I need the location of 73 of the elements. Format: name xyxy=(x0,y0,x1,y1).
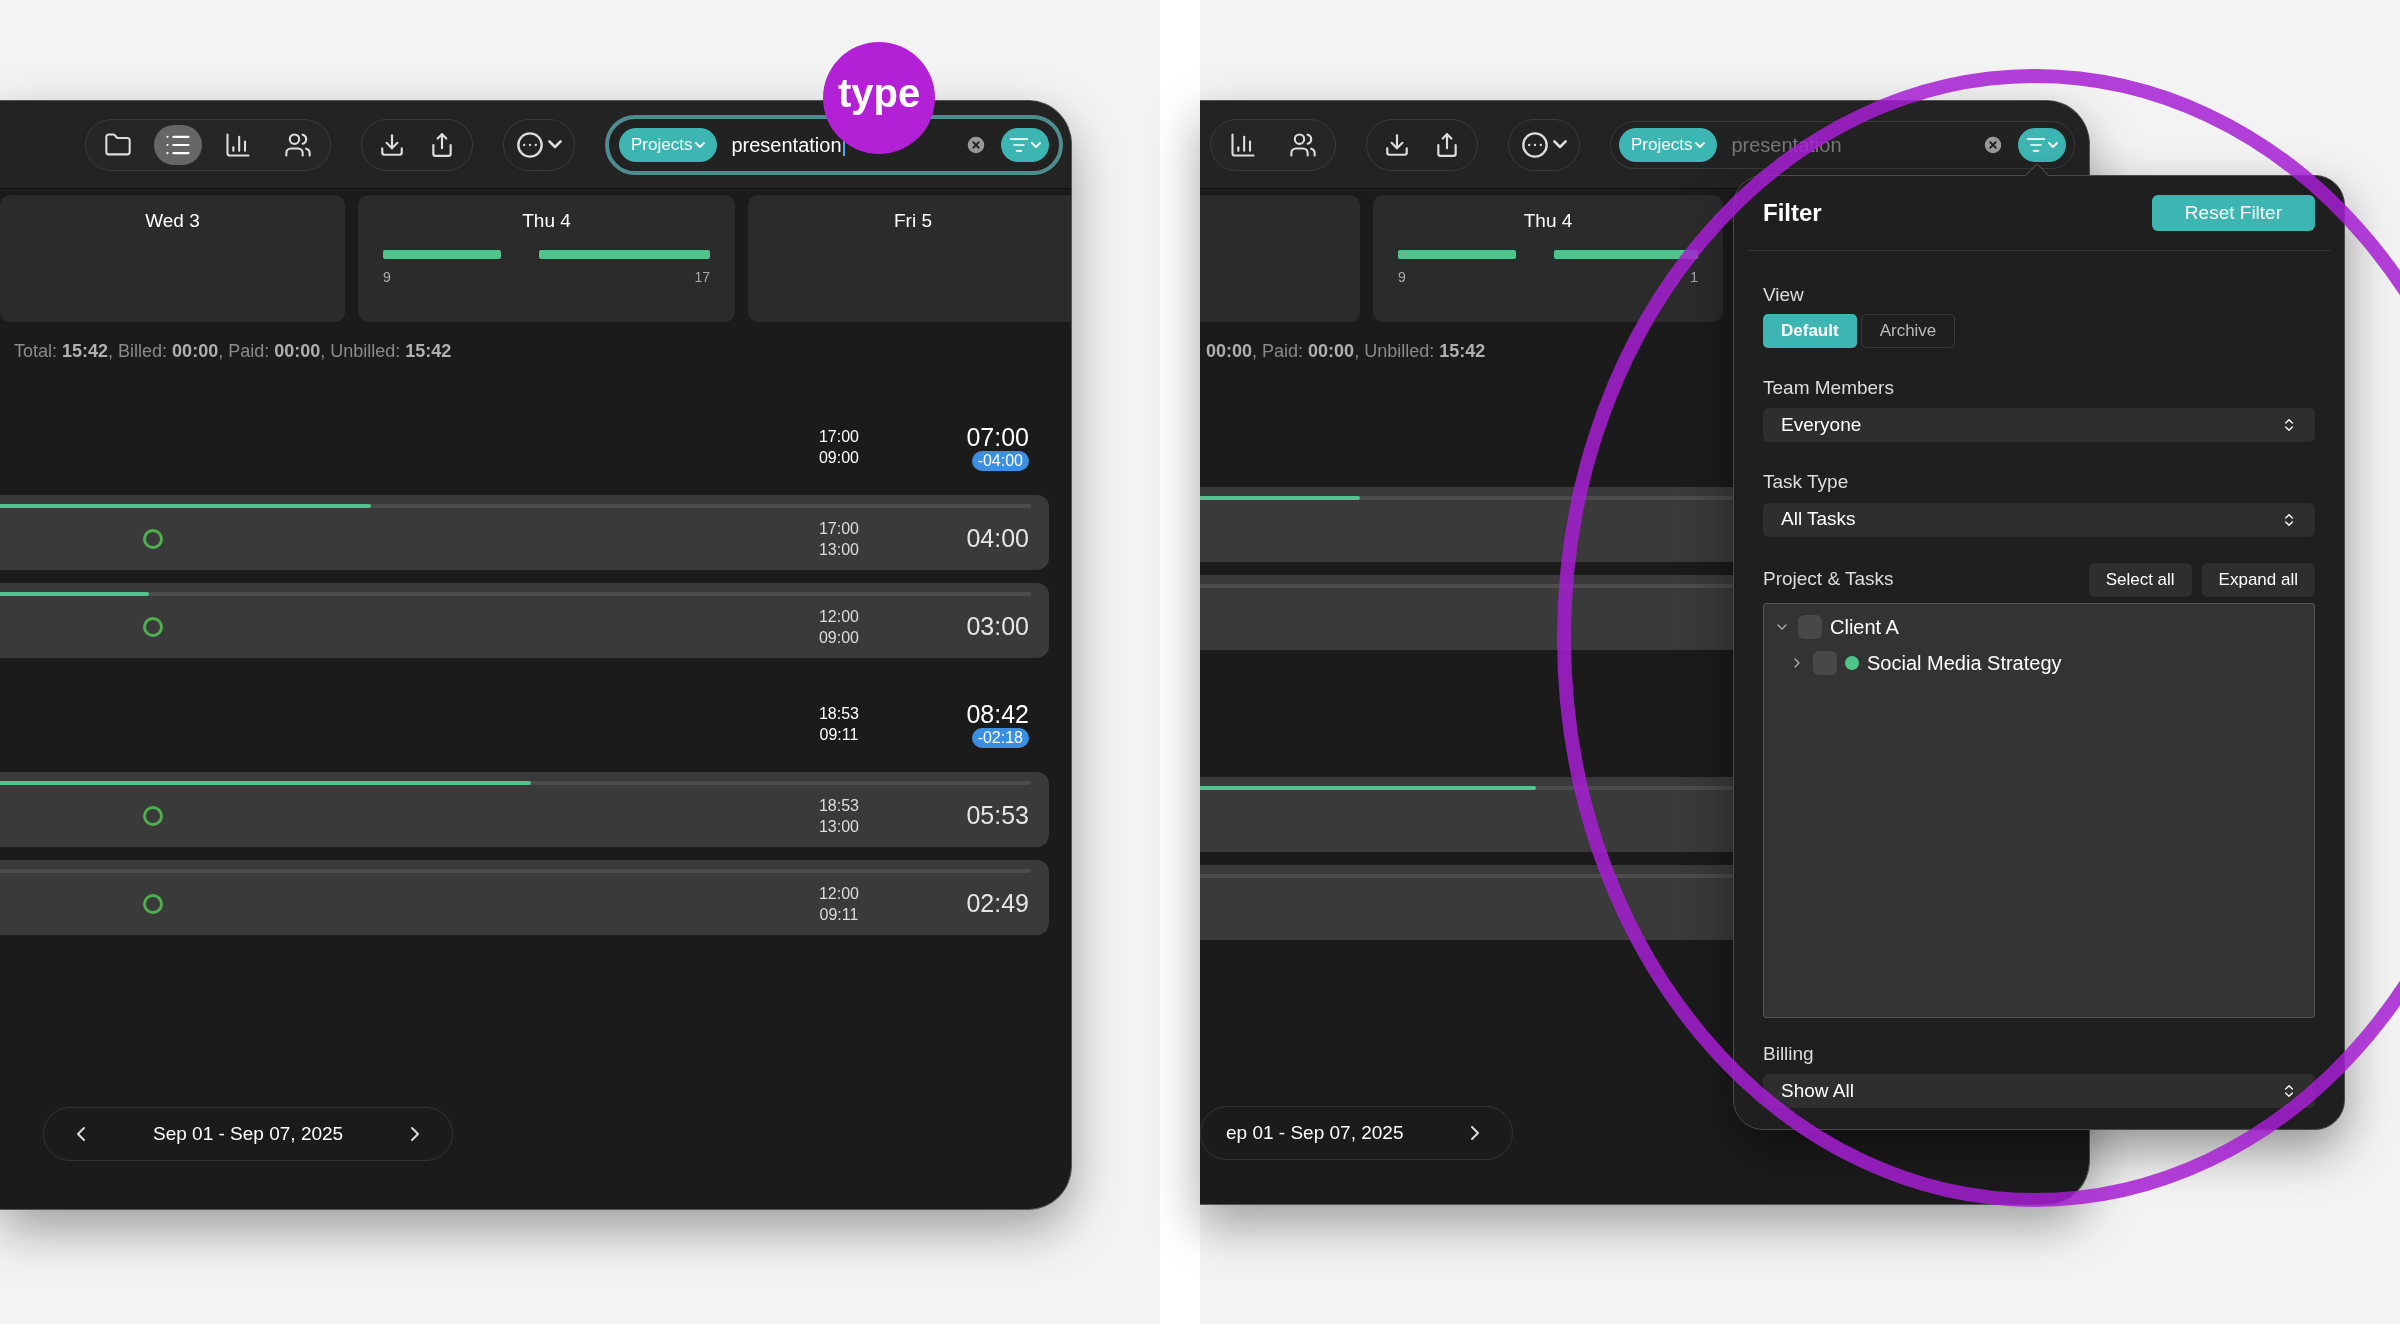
select-field[interactable]: Show All xyxy=(1763,1074,2315,1108)
total-duration: 08:42 xyxy=(966,700,1029,728)
tree-action-button[interactable]: Select all xyxy=(2088,562,2192,597)
select-field[interactable]: All Tasks xyxy=(1763,502,2315,537)
view-button[interactable] xyxy=(154,124,202,165)
filter-button[interactable] xyxy=(1001,127,1049,162)
time-entry-row[interactable]: 12:00 09:00 03:00 xyxy=(0,583,1049,658)
clear-icon[interactable] xyxy=(1982,133,2004,156)
hour-tick: 17 xyxy=(694,268,710,285)
hour-tick: 1 xyxy=(1690,268,1698,285)
annotation-label: type xyxy=(837,73,921,113)
end-time: 18:53 xyxy=(818,796,859,816)
chevron-down-icon xyxy=(2048,141,2058,148)
entry-duration: 02:49 xyxy=(965,888,1030,920)
start-time: 13:00 xyxy=(818,540,859,560)
start-time: 09:00 xyxy=(818,448,859,468)
entry-duration: 04:00 xyxy=(965,523,1030,555)
summary-text: 00:00, Paid: 00:00, Unbilled: 15:42 xyxy=(1206,340,1487,363)
download-icon xyxy=(379,131,405,158)
field-label: Team Members xyxy=(1763,375,1895,400)
chevron-down-icon xyxy=(695,141,706,148)
date-range: ep 01 - Sep 07, 2025 xyxy=(1226,1120,1404,1145)
difference-badge: -04:00 xyxy=(971,451,1029,471)
hour-tick: 9 xyxy=(383,268,391,285)
difference-badge: -02:18 xyxy=(971,728,1029,748)
popover-title: Filter xyxy=(1763,198,1822,228)
start-time: 09:11 xyxy=(819,905,859,925)
chevron-down-icon xyxy=(1695,141,1706,148)
total-duration: 07:00 xyxy=(966,423,1029,451)
ellipsis-icon xyxy=(1521,130,1549,159)
end-time: 12:00 xyxy=(818,607,859,627)
field-label: View xyxy=(1763,283,1805,307)
day-label: Thu 4 xyxy=(522,209,571,233)
field-label: Task Type xyxy=(1763,470,1850,494)
share-icon xyxy=(429,131,455,158)
end-time: 17:00 xyxy=(818,427,859,447)
start-time: 09:11 xyxy=(819,725,859,745)
field-label: Billing xyxy=(1763,1041,1815,1066)
download-icon xyxy=(1384,131,1410,158)
people-icon xyxy=(284,130,312,159)
bar-chart-icon xyxy=(224,130,252,159)
view-option-tab[interactable]: Archive xyxy=(1860,313,1956,348)
day-label: Fri 5 xyxy=(894,209,932,233)
time-entry-row[interactable]: 17:00 13:00 04:00 xyxy=(0,495,1049,570)
entry-duration: 05:53 xyxy=(965,800,1030,832)
end-time: 17:00 xyxy=(818,519,859,539)
share-icon xyxy=(1434,131,1460,158)
summary-text: Total: 15:42, Billed: 00:00, Paid: 00:00, Unbilled: 15:42 xyxy=(14,340,453,363)
bar-chart-icon xyxy=(1229,130,1257,159)
hour-tick: 9 xyxy=(1398,268,1406,285)
start-time: 09:00 xyxy=(818,628,859,648)
entry-duration: 03:00 xyxy=(965,611,1030,643)
time-entry-row[interactable]: 12:00 09:11 02:49 xyxy=(0,860,1049,935)
tree-action-button[interactable]: Expand all xyxy=(2201,562,2315,597)
start-time: 13:00 xyxy=(818,817,859,837)
end-time: 12:00 xyxy=(818,884,859,904)
filter-button[interactable] xyxy=(2018,127,2066,162)
day-label: Thu 4 xyxy=(1523,209,1573,233)
select-field[interactable]: Everyone xyxy=(1763,408,2315,442)
ellipsis-icon xyxy=(516,130,544,159)
chevron-down-icon xyxy=(1031,141,1041,148)
field-label: Project & Tasks xyxy=(1763,567,1894,592)
clear-icon[interactable] xyxy=(965,133,987,156)
date-range: Sep 01 - Sep 07, 2025 xyxy=(153,1121,344,1146)
chevron-down-icon xyxy=(548,140,562,149)
end-time: 18:53 xyxy=(818,704,859,724)
day-label: Wed 3 xyxy=(145,209,200,233)
time-entry-row[interactable]: 18:53 13:00 05:53 xyxy=(0,772,1049,847)
chevron-down-icon xyxy=(1553,140,1567,149)
tree-item-label[interactable]: Client A xyxy=(1830,611,1899,642)
tree-item-label[interactable]: Social Media Strategy xyxy=(1867,647,2062,678)
time-entry-row[interactable] xyxy=(1200,777,1733,852)
people-icon xyxy=(1289,130,1317,159)
